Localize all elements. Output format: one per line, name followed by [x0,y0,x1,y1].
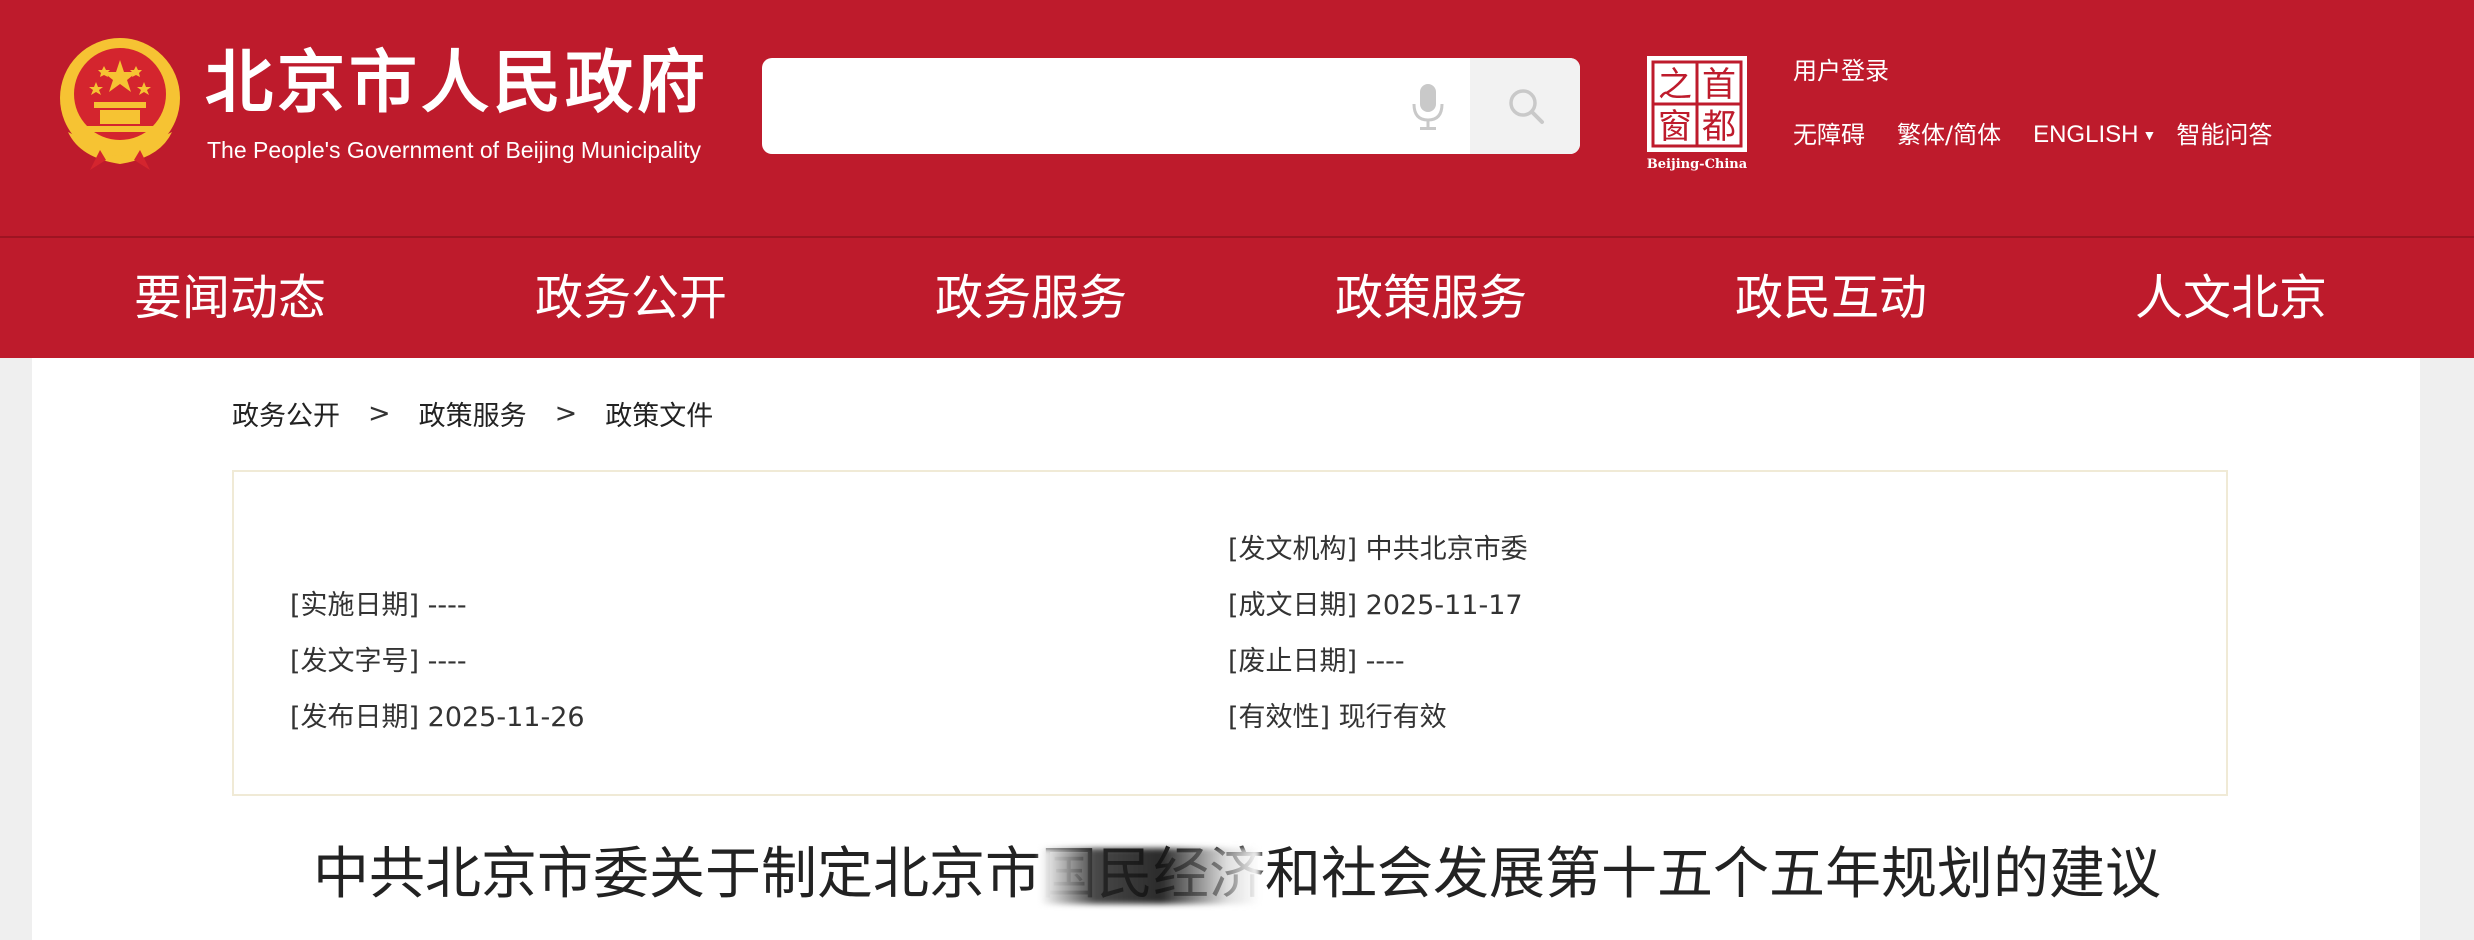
main-nav: 要闻动态 政务公开 政务服务 政策服务 政民互动 人文北京 [0,238,2474,358]
national-emblem-icon [60,38,180,170]
nav-item-government-services[interactable]: 政务服务 [935,268,1127,328]
english-link-label: ENGLISH [2033,120,2139,148]
breadcrumb-item-government-affairs[interactable]: 政务公开 [232,394,340,433]
microphone-icon[interactable] [1410,82,1446,132]
capital-logo-char-3: 之 [1658,65,1692,105]
info-validity: [有效性] 现行有效 [1228,702,1447,733]
utility-links: 无障碍 繁体/简体 ENGLISH ▼ 智能问答 [1793,118,2304,152]
caret-down-icon: ▼ [2142,127,2157,144]
breadcrumb-item-policy-documents[interactable]: 政策文件 [605,394,713,433]
breadcrumb-separator: > [554,397,578,429]
capital-logo-char-4: 窗 [1658,107,1692,147]
capital-logo-caption: Beijing-China [1647,157,1748,172]
site-title[interactable]: 北京市人民政府 [205,44,709,124]
info-issuing-org: [发文机构] 中共北京市委 [1228,534,1528,565]
breadcrumb-separator: > [368,397,391,429]
nav-item-government-affairs[interactable]: 政务公开 [535,268,727,328]
english-link[interactable]: ENGLISH ▼ [2033,120,2156,151]
nav-item-news[interactable]: 要闻动态 [134,268,326,328]
user-login-link[interactable]: 用户登录 [1793,56,1889,86]
info-repeal-date: [废止日期] ---- [1228,646,1405,677]
capital-window-logo[interactable]: 首 都 之 窗 Beijing-China [1645,54,1751,172]
redaction-blur [1040,848,1260,904]
nav-item-interaction[interactable]: 政民互动 [1735,268,1927,328]
info-publish-date: [发布日期] 2025-11-26 [290,702,585,733]
breadcrumb-item-policy-services[interactable]: 政策服务 [419,394,527,433]
smart-qa-link[interactable]: 智能问答 [2176,120,2272,150]
capital-logo-char-2: 都 [1702,107,1736,147]
search-icon [1509,89,1544,124]
document-info-box [232,470,2228,796]
site-title-english: The People's Government of Beijing Munic… [207,137,702,163]
accessibility-link[interactable]: 无障碍 [1793,120,1865,150]
info-written-date: [成文日期] 2025-11-17 [1228,590,1523,621]
nav-item-policy-services[interactable]: 政策服务 [1335,268,1527,328]
traditional-simplified-link[interactable]: 繁体/简体 [1897,120,2001,150]
search-button[interactable] [1470,58,1580,154]
info-doc-number: [发文字号] ---- [290,646,467,677]
breadcrumb: 政务公开 > 政策服务 > 政策文件 [232,394,713,433]
search-box [762,58,1580,154]
info-effective-date: [实施日期] ---- [290,590,467,621]
nav-item-culture[interactable]: 人文北京 [2135,268,2327,328]
capital-logo-char-1: 首 [1702,65,1736,105]
search-input[interactable] [786,82,1410,132]
